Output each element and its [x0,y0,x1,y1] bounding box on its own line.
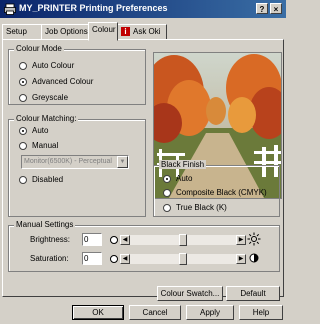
radio-label: Disabled [32,175,64,184]
manual-settings-label: Manual Settings [14,220,76,229]
saturation-input[interactable]: 0 [82,252,102,265]
brightness-input[interactable]: 0 [82,233,102,246]
tab-setup[interactable]: Setup [2,24,42,40]
radio-button [163,174,171,183]
radio-button [19,126,27,135]
tab-strip: Setup Job Options Colour i Ask Oki [0,22,286,41]
tab-ask-oki[interactable]: i Ask Oki [117,24,167,40]
colour-swatch-button[interactable]: Colour Swatch... [157,286,223,301]
radio-matching-disabled[interactable]: Disabled [19,175,63,184]
help-title-button[interactable]: ? [256,3,268,14]
radio-greyscale[interactable]: Greyscale [19,93,68,102]
radio-button [19,61,27,70]
radio-button [19,141,27,150]
brightness-label: Brightness: [30,235,71,244]
radio-label: Manual [32,141,59,150]
title-bar: MY_PRINTER Printing Preferences ? × [0,0,286,18]
help-button[interactable]: Help [239,305,283,320]
saturation-decrease-button[interactable]: ◀ [120,254,130,264]
radio-button [19,93,27,102]
brightness-decrease-button[interactable]: ◀ [120,235,130,245]
cancel-button[interactable]: Cancel [129,305,181,320]
saturation-label: Saturation: [30,254,69,263]
default-button[interactable]: Default [226,286,280,301]
tab-job-options-label: Job Options [45,27,88,36]
black-finish-label: Black Finish [159,160,207,169]
radio-true-black[interactable]: True Black (K) [163,203,227,212]
ok-button[interactable]: OK [72,305,124,320]
contrast-icon [249,253,259,263]
radio-matching-manual[interactable]: Manual [19,141,58,150]
radio-label: Composite Black (CMYK) [176,188,267,197]
radio-button [19,175,27,184]
radio-label: Advanced Colour [32,77,94,86]
radio-advanced-colour[interactable]: Advanced Colour [19,77,93,86]
saturation-slider-thumb[interactable] [179,253,187,265]
radio-button [163,188,171,197]
sun-icon [247,232,261,246]
radio-label: Auto [32,126,49,135]
printer-icon [4,3,16,15]
radio-label: Auto Colour [32,61,75,70]
colour-matching-label: Colour Matching: [14,114,79,123]
radio-button [19,77,27,86]
tab-colour-label: Colour [92,25,116,34]
radio-composite-black[interactable]: Composite Black (CMYK) [163,188,267,197]
brightness-reset-icon[interactable] [110,236,118,244]
saturation-increase-button[interactable]: ▶ [236,254,246,264]
tab-setup-label: Setup [6,27,27,36]
window-title: MY_PRINTER Printing Preferences [19,3,168,13]
info-icon: i [121,27,130,37]
radio-matching-auto[interactable]: Auto [19,126,48,135]
tab-colour[interactable]: Colour [88,22,118,41]
tab-ask-oki-label: Ask Oki [133,27,161,36]
radio-label: True Black (K) [176,203,227,212]
colour-tab-panel: Colour Mode Auto Colour Advanced Colour … [2,39,284,301]
colour-mode-group: Colour Mode Auto Colour Advanced Colour … [8,44,146,105]
close-window-button[interactable]: × [270,3,282,14]
radio-button [163,203,171,212]
saturation-reset-icon[interactable] [110,255,118,263]
colour-mode-label: Colour Mode [14,44,64,53]
brightness-increase-button[interactable]: ▶ [236,235,246,245]
colour-matching-group: Colour Matching: Auto Manual Monitor(650… [8,114,146,217]
colour-profile-select[interactable]: Monitor(6500K) - Perceptual ▼ [21,155,129,169]
radio-label: Greyscale [32,93,69,102]
apply-button[interactable]: Apply [186,305,234,320]
chevron-down-icon: ▼ [117,156,128,168]
radio-auto-colour[interactable]: Auto Colour [19,61,74,70]
colour-profile-value: Monitor(6500K) - Perceptual [24,158,112,165]
brightness-slider-thumb[interactable] [179,234,187,246]
tab-job-options[interactable]: Job Options [41,24,89,40]
black-finish-group: Black Finish Auto Composite Black (CMYK)… [153,160,280,217]
radio-label: Auto [176,174,193,183]
manual-settings-group: Manual Settings Brightness: 0 ◀ ▶ Satura… [8,220,280,272]
radio-black-auto[interactable]: Auto [163,174,192,183]
